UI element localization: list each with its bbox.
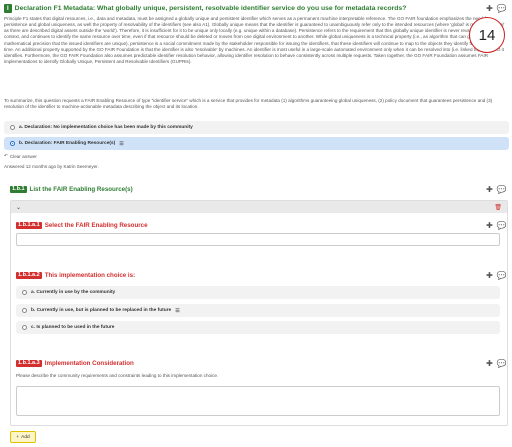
- sub-question-title: List the FAIR Enabling Resource(s): [29, 186, 133, 193]
- radio-button-checked[interactable]: [10, 141, 15, 146]
- clear-answer-link[interactable]: ↶ Clear answer: [4, 153, 37, 159]
- comment-icon[interactable]: 💬: [497, 271, 507, 280]
- add-button[interactable]: + Add: [10, 431, 36, 443]
- radio-button[interactable]: [22, 308, 27, 313]
- impl-choice-header: 1.b.1.a.2 This implementation choice is:…: [16, 271, 506, 280]
- radio-button[interactable]: [22, 290, 27, 295]
- plus-icon[interactable]: ✚: [485, 4, 494, 13]
- add-label: Add: [21, 434, 30, 440]
- consideration-description: Please describe the community requiremen…: [16, 373, 219, 378]
- clear-answer-label: Clear answer: [9, 153, 37, 159]
- plus-icon[interactable]: ✚: [485, 185, 494, 194]
- list-icon[interactable]: ☰: [175, 308, 179, 314]
- option-label: a. Currently in use by the community: [31, 290, 116, 295]
- question-badge: I: [4, 4, 12, 13]
- answer-option-a[interactable]: a. Declaration: No implementation choice…: [4, 121, 509, 134]
- radio-button[interactable]: [10, 125, 15, 130]
- step-number-badge: 14: [469, 17, 505, 53]
- consideration-badge: 1.b.1.a.3: [16, 359, 42, 368]
- plus-icon[interactable]: ✚: [485, 359, 494, 368]
- sub-question-badge: 1.b.1: [10, 185, 27, 194]
- chevron-down-icon[interactable]: ⌄: [16, 204, 21, 211]
- select-fer-header: 1.b.1.a.1 Select the FAIR Enabling Resou…: [16, 221, 506, 230]
- sub-question-header: 1.b.1 List the FAIR Enabling Resource(s)…: [10, 185, 506, 194]
- comment-icon[interactable]: 💬: [497, 185, 507, 194]
- consideration-header: 1.b.1.a.3 Implementation Consideration ✚…: [16, 359, 506, 368]
- plus-icon[interactable]: ✚: [485, 221, 494, 230]
- question-description: Principle F1 states that digital resourc…: [4, 16, 505, 65]
- question-summary: To summarize, this question requests a F…: [4, 98, 493, 110]
- comment-icon[interactable]: 💬: [497, 359, 507, 368]
- radio-button[interactable]: [22, 325, 27, 330]
- item-toolbar: ⌄ 🗑: [11, 201, 507, 213]
- answered-info: Answered 12 months ago by Katrin Seemeye…: [4, 164, 99, 169]
- answer-option-b[interactable]: b. Declaration: FAIR Enabling Resource(s…: [4, 137, 509, 150]
- impl-choice-title: This implementation choice is:: [44, 272, 136, 279]
- impl-choice-badge: 1.b.1.a.2: [16, 271, 42, 280]
- question-title: Declaration F1 Metadata: What globally u…: [14, 5, 407, 12]
- answer-label: a. Declaration: No implementation choice…: [19, 125, 193, 130]
- comment-icon[interactable]: 💬: [497, 221, 507, 230]
- comment-icon[interactable]: 💬: [497, 4, 507, 13]
- trash-icon[interactable]: 🗑: [494, 204, 502, 211]
- option-label: c. Is planned to be used in the future: [31, 325, 115, 330]
- consideration-textarea[interactable]: [16, 386, 500, 416]
- select-fer-input[interactable]: [16, 233, 500, 246]
- impl-option-a[interactable]: a. Currently in use by the community: [16, 286, 500, 299]
- answer-label: b. Declaration: FAIR Enabling Resource(s…: [19, 141, 116, 146]
- option-label: b. Currently in use, but is planned to b…: [31, 308, 172, 313]
- list-icon[interactable]: ☰: [119, 141, 123, 147]
- select-fer-title: Select the FAIR Enabling Resource: [44, 222, 148, 229]
- plus-icon: +: [16, 434, 20, 440]
- impl-option-c[interactable]: c. Is planned to be used in the future: [16, 321, 500, 334]
- impl-option-b[interactable]: b. Currently in use, but is planned to b…: [16, 304, 500, 317]
- plus-icon[interactable]: ✚: [485, 271, 494, 280]
- question-header: I Declaration F1 Metadata: What globally…: [4, 4, 506, 13]
- consideration-title: Implementation Consideration: [44, 360, 134, 367]
- select-fer-badge: 1.b.1.a.1: [16, 221, 42, 230]
- undo-icon: ↶: [4, 153, 8, 158]
